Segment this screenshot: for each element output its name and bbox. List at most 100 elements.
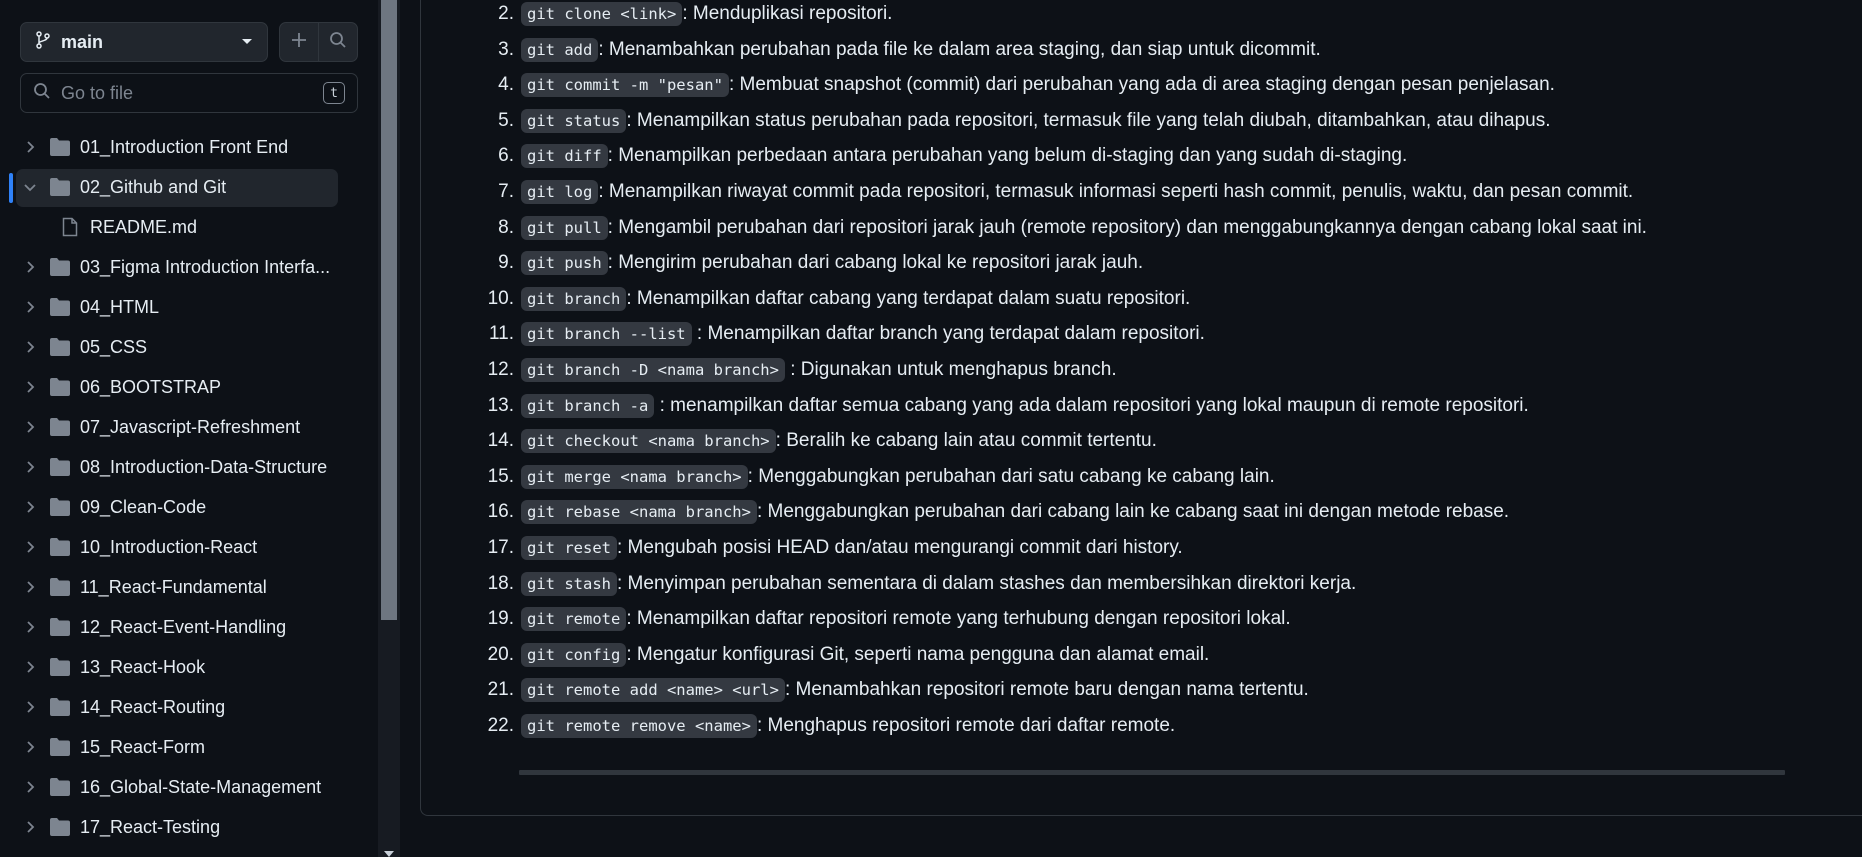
go-to-file-field[interactable]: t (20, 73, 358, 113)
folder-icon (49, 817, 71, 837)
list-item-number: 18. (487, 572, 514, 594)
tree-item-folder[interactable]: 16_Global-State-Management (0, 767, 378, 807)
horizontal-rule (519, 770, 1785, 775)
tree-item-folder[interactable]: 10_Introduction-React (0, 527, 378, 567)
scrollbar-thumb[interactable] (381, 0, 397, 620)
chevron-down-icon[interactable] (22, 179, 38, 195)
list-item-number: 20. (487, 643, 514, 665)
chevron-right-icon[interactable] (22, 619, 38, 635)
list-item: 16. git rebase <nama branch>: Menggabungk… (488, 497, 1510, 527)
chevron-right-icon[interactable] (22, 739, 38, 755)
sidebar-scrollbar[interactable] (378, 0, 400, 857)
git-branch-icon (35, 30, 51, 54)
scroll-down-arrow-icon[interactable] (383, 845, 395, 857)
inline-code: git log (521, 180, 599, 204)
list-item-number: 16. (487, 501, 514, 523)
inline-code: git status (521, 108, 627, 133)
keyboard-shortcut-hint: t (323, 82, 345, 104)
inline-code: git branch -a (521, 393, 655, 418)
chevron-right-icon[interactable] (22, 699, 38, 715)
list-item: 11. git branch --list : Menampilkan dafta… (489, 319, 1205, 349)
list-item: 20. git config: Mengatur konfigurasi Git,… (488, 640, 1210, 670)
tree-item-folder[interactable]: 04_HTML (0, 287, 378, 327)
list-item-description: : Membuat snapshot (commit) dari perubah… (728, 74, 1555, 96)
list-item-description: : Mengatur konfigurasi Git, seperti nama… (626, 643, 1210, 665)
tree-item-folder[interactable]: 13_React-Hook (0, 647, 378, 687)
list-item-description: : menampilkan daftar semua cabang yang a… (654, 394, 1529, 416)
active-row-indicator (9, 173, 13, 203)
list-item: 3. git add: Menambahkan perubahan pada fi… (498, 35, 1321, 65)
tree-item-file[interactable]: README.md (0, 207, 378, 247)
chevron-right-icon[interactable] (22, 819, 38, 835)
chevron-right-icon[interactable] (22, 579, 38, 595)
tree-item-folder[interactable]: 01_Introduction Front End (0, 127, 378, 167)
list-item-description: : Menggabungkan perubahan dari cabang la… (756, 501, 1510, 523)
chevron-right-icon[interactable] (22, 539, 38, 555)
tree-item-label: 07_Javascript-Refreshment (80, 417, 301, 437)
list-item-description: : Mengambil perubahan dari repositori ja… (607, 216, 1647, 238)
list-item: 6. git diff: Menampilkan perbedaan antara… (498, 141, 1407, 171)
chevron-right-icon[interactable] (22, 139, 38, 155)
folder-icon (49, 377, 71, 397)
list-item-description: : Menampilkan daftar branch yang terdapa… (691, 323, 1205, 345)
search-code-button[interactable] (318, 22, 358, 62)
branch-selector-button[interactable]: main (20, 22, 268, 62)
tree-item-label: 03_Figma Introduction Interfa... (80, 257, 331, 277)
list-item: 15. git merge <nama branch>: Menggabungka… (488, 462, 1275, 492)
tree-item-label: 06_BOOTSTRAP (80, 377, 222, 397)
list-item: 19. git remote: Menampilkan daftar reposi… (488, 604, 1291, 634)
chevron-right-icon[interactable] (22, 339, 38, 355)
inline-code: git reset (521, 536, 617, 560)
tree-item-label: 01_Introduction Front End (80, 137, 289, 157)
tree-item-folder[interactable]: 12_React-Event-Handling (0, 607, 378, 647)
folder-icon (49, 457, 71, 477)
tree-item-folder[interactable]: 11_React-Fundamental (0, 567, 378, 607)
list-item: 8. git pull: Mengambil perubahan dari rep… (498, 213, 1647, 243)
tree-item-folder[interactable]: 15_React-Form (0, 727, 378, 767)
folder-icon (49, 497, 71, 517)
list-item-number: 10. (487, 287, 514, 309)
folder-icon (49, 137, 71, 157)
folder-icon (49, 537, 71, 557)
tree-item-folder[interactable]: 14_React-Routing (0, 687, 378, 727)
go-to-file-input[interactable] (61, 82, 323, 104)
inline-code: git push (521, 251, 608, 276)
file-icon (62, 217, 78, 237)
chevron-right-icon[interactable] (22, 499, 38, 515)
tree-item-label: 11_React-Fundamental (80, 577, 267, 597)
tree-item-label: README.md (90, 217, 198, 237)
tree-item-folder[interactable]: 02_Github and Git (0, 167, 378, 207)
tree-item-folder[interactable]: 07_Javascript-Refreshment (0, 407, 378, 447)
inline-code: git stash (521, 571, 617, 596)
chevron-right-icon[interactable] (22, 259, 38, 275)
list-item-number: 8. (498, 216, 514, 238)
tree-item-folder[interactable]: 08_Introduction-Data-Structure (0, 447, 378, 487)
tree-item-folder[interactable]: 06_BOOTSTRAP (0, 367, 378, 407)
list-item-number: 12. (487, 359, 514, 380)
inline-code: git remote (521, 607, 627, 632)
tree-item-folder[interactable]: 09_Clean-Code (0, 487, 378, 527)
chevron-right-icon[interactable] (22, 659, 38, 675)
inline-code: git branch (521, 286, 627, 311)
chevron-right-icon[interactable] (22, 459, 38, 475)
tree-item-label: 09_Clean-Code (80, 497, 207, 517)
tree-item-label: 15_React-Form (80, 737, 206, 757)
list-item: 4. git commit -m "pesan": Membuat snapsho… (498, 70, 1555, 100)
tree-item-folder[interactable]: 03_Figma Introduction Interfa... (0, 247, 378, 287)
chevron-right-icon[interactable] (22, 779, 38, 795)
inline-code: git merge <nama branch> (521, 464, 748, 489)
file-tree: 01_Introduction Front End 02_Github and G… (0, 127, 378, 847)
inline-code: git commit -m "pesan" (521, 73, 729, 98)
search-icon (329, 31, 347, 54)
chevron-right-icon[interactable] (22, 419, 38, 435)
tree-item-folder[interactable]: 05_CSS (0, 327, 378, 367)
chevron-right-icon[interactable] (22, 299, 38, 315)
list-item-number: 5. (498, 109, 514, 131)
add-file-button[interactable] (279, 22, 319, 62)
list-item-number: 6. (498, 145, 514, 167)
chevron-right-icon[interactable] (22, 379, 38, 395)
folder-icon (49, 617, 71, 637)
tree-item-folder[interactable]: 17_React-Testing (0, 807, 378, 847)
folder-icon (49, 417, 71, 437)
folder-icon (49, 737, 71, 757)
